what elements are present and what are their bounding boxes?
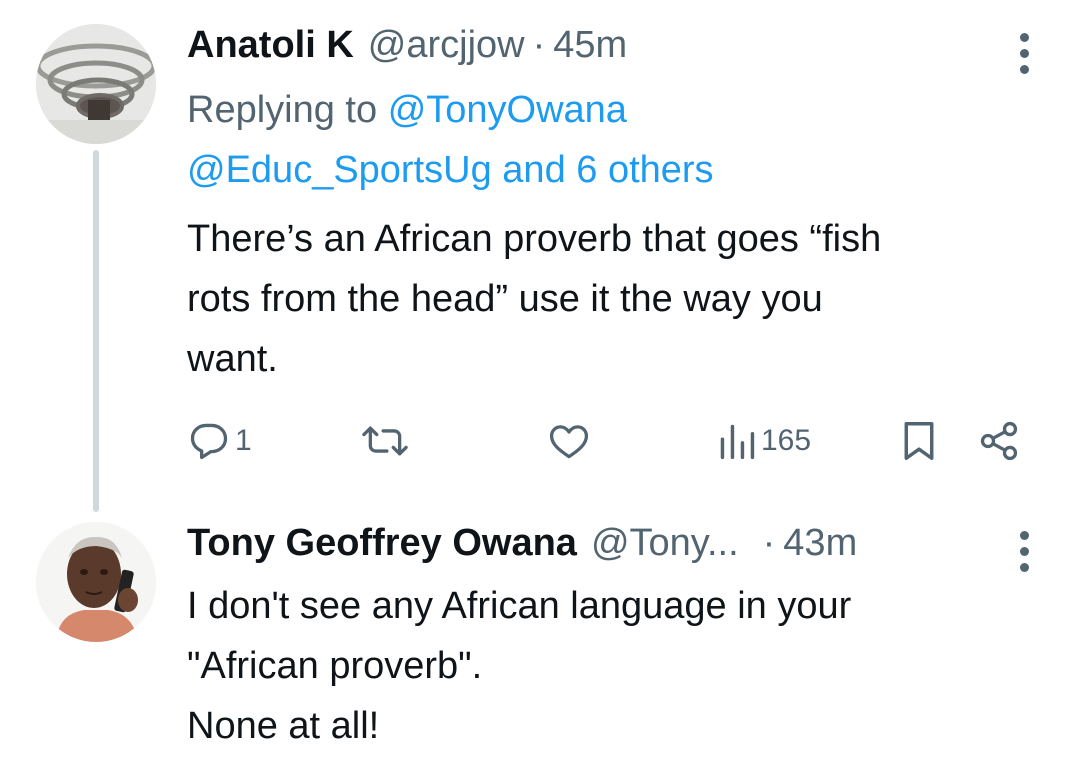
avatar-photo (36, 522, 156, 642)
avatar-photo (36, 24, 156, 144)
separator-dot: · (762, 522, 776, 564)
share-button[interactable] (977, 416, 1021, 466)
views-icon (720, 424, 755, 460)
mention-tonyowana[interactable]: @TonyOwana (388, 89, 627, 131)
tweet-text: I don't see any African language in your… (187, 576, 1047, 756)
retweet-button[interactable] (361, 416, 409, 466)
avatar-anatoli[interactable] (36, 24, 156, 144)
tweet-header: Tony Geoffrey Owana @Tony... · 43m (187, 522, 857, 565)
bookmark-button[interactable] (899, 416, 939, 466)
mention-others[interactable]: and 6 others (502, 149, 713, 191)
author-handle[interactable]: @arcjjow (368, 24, 525, 67)
more-vert-icon[interactable] (1016, 33, 1032, 74)
reply-count: 1 (235, 424, 252, 457)
tweet-text-line: I don't see any African language in your (187, 585, 852, 627)
action-bar: 1 165 (187, 416, 1037, 466)
author-handle[interactable]: @Tony... (591, 522, 739, 565)
like-button[interactable] (547, 416, 591, 466)
reply-button[interactable]: 1 (187, 416, 252, 466)
replying-to: Replying to @TonyOwana @Educ_SportsUg an… (187, 80, 714, 200)
tweet-text-line: "African proverb". (187, 645, 483, 687)
timestamp[interactable]: 45m (553, 24, 627, 67)
views-button[interactable]: 165 (717, 416, 811, 466)
like-icon (549, 425, 589, 459)
separator-dot: · (532, 24, 546, 66)
bookmark-icon (904, 422, 934, 460)
thread-line (93, 150, 99, 512)
tweet-text: There’s an African proverb that goes “fi… (187, 209, 1047, 389)
tweet-tony[interactable]: Tony Geoffrey Owana @Tony... · 43m I don… (0, 510, 1080, 773)
avatar-tony[interactable] (36, 522, 156, 642)
reply-icon (190, 423, 228, 460)
tweet-text-line: None at all! (187, 705, 380, 747)
retweet-icon (362, 426, 408, 456)
tweet-text-line: rots from the head” use it the way you (187, 278, 823, 320)
tweet-text-line: There’s an African proverb that goes “fi… (187, 218, 882, 260)
share-icon (980, 421, 1018, 461)
tweet-anatoli[interactable]: Anatoli K @arcjjow · 45m Replying to @To… (0, 0, 1080, 520)
more-vert-icon[interactable] (1016, 531, 1032, 572)
tweet-text-line: want. (187, 338, 278, 380)
timestamp[interactable]: 43m (783, 522, 857, 565)
mention-educ-sportsug[interactable]: @Educ_SportsUg (187, 149, 492, 191)
tweet-header: Anatoli K @arcjjow · 45m (187, 24, 627, 67)
author-name[interactable]: Anatoli K (187, 24, 354, 67)
views-count: 165 (761, 424, 812, 457)
author-name[interactable]: Tony Geoffrey Owana (187, 522, 577, 565)
replying-prefix: Replying to (187, 89, 378, 131)
